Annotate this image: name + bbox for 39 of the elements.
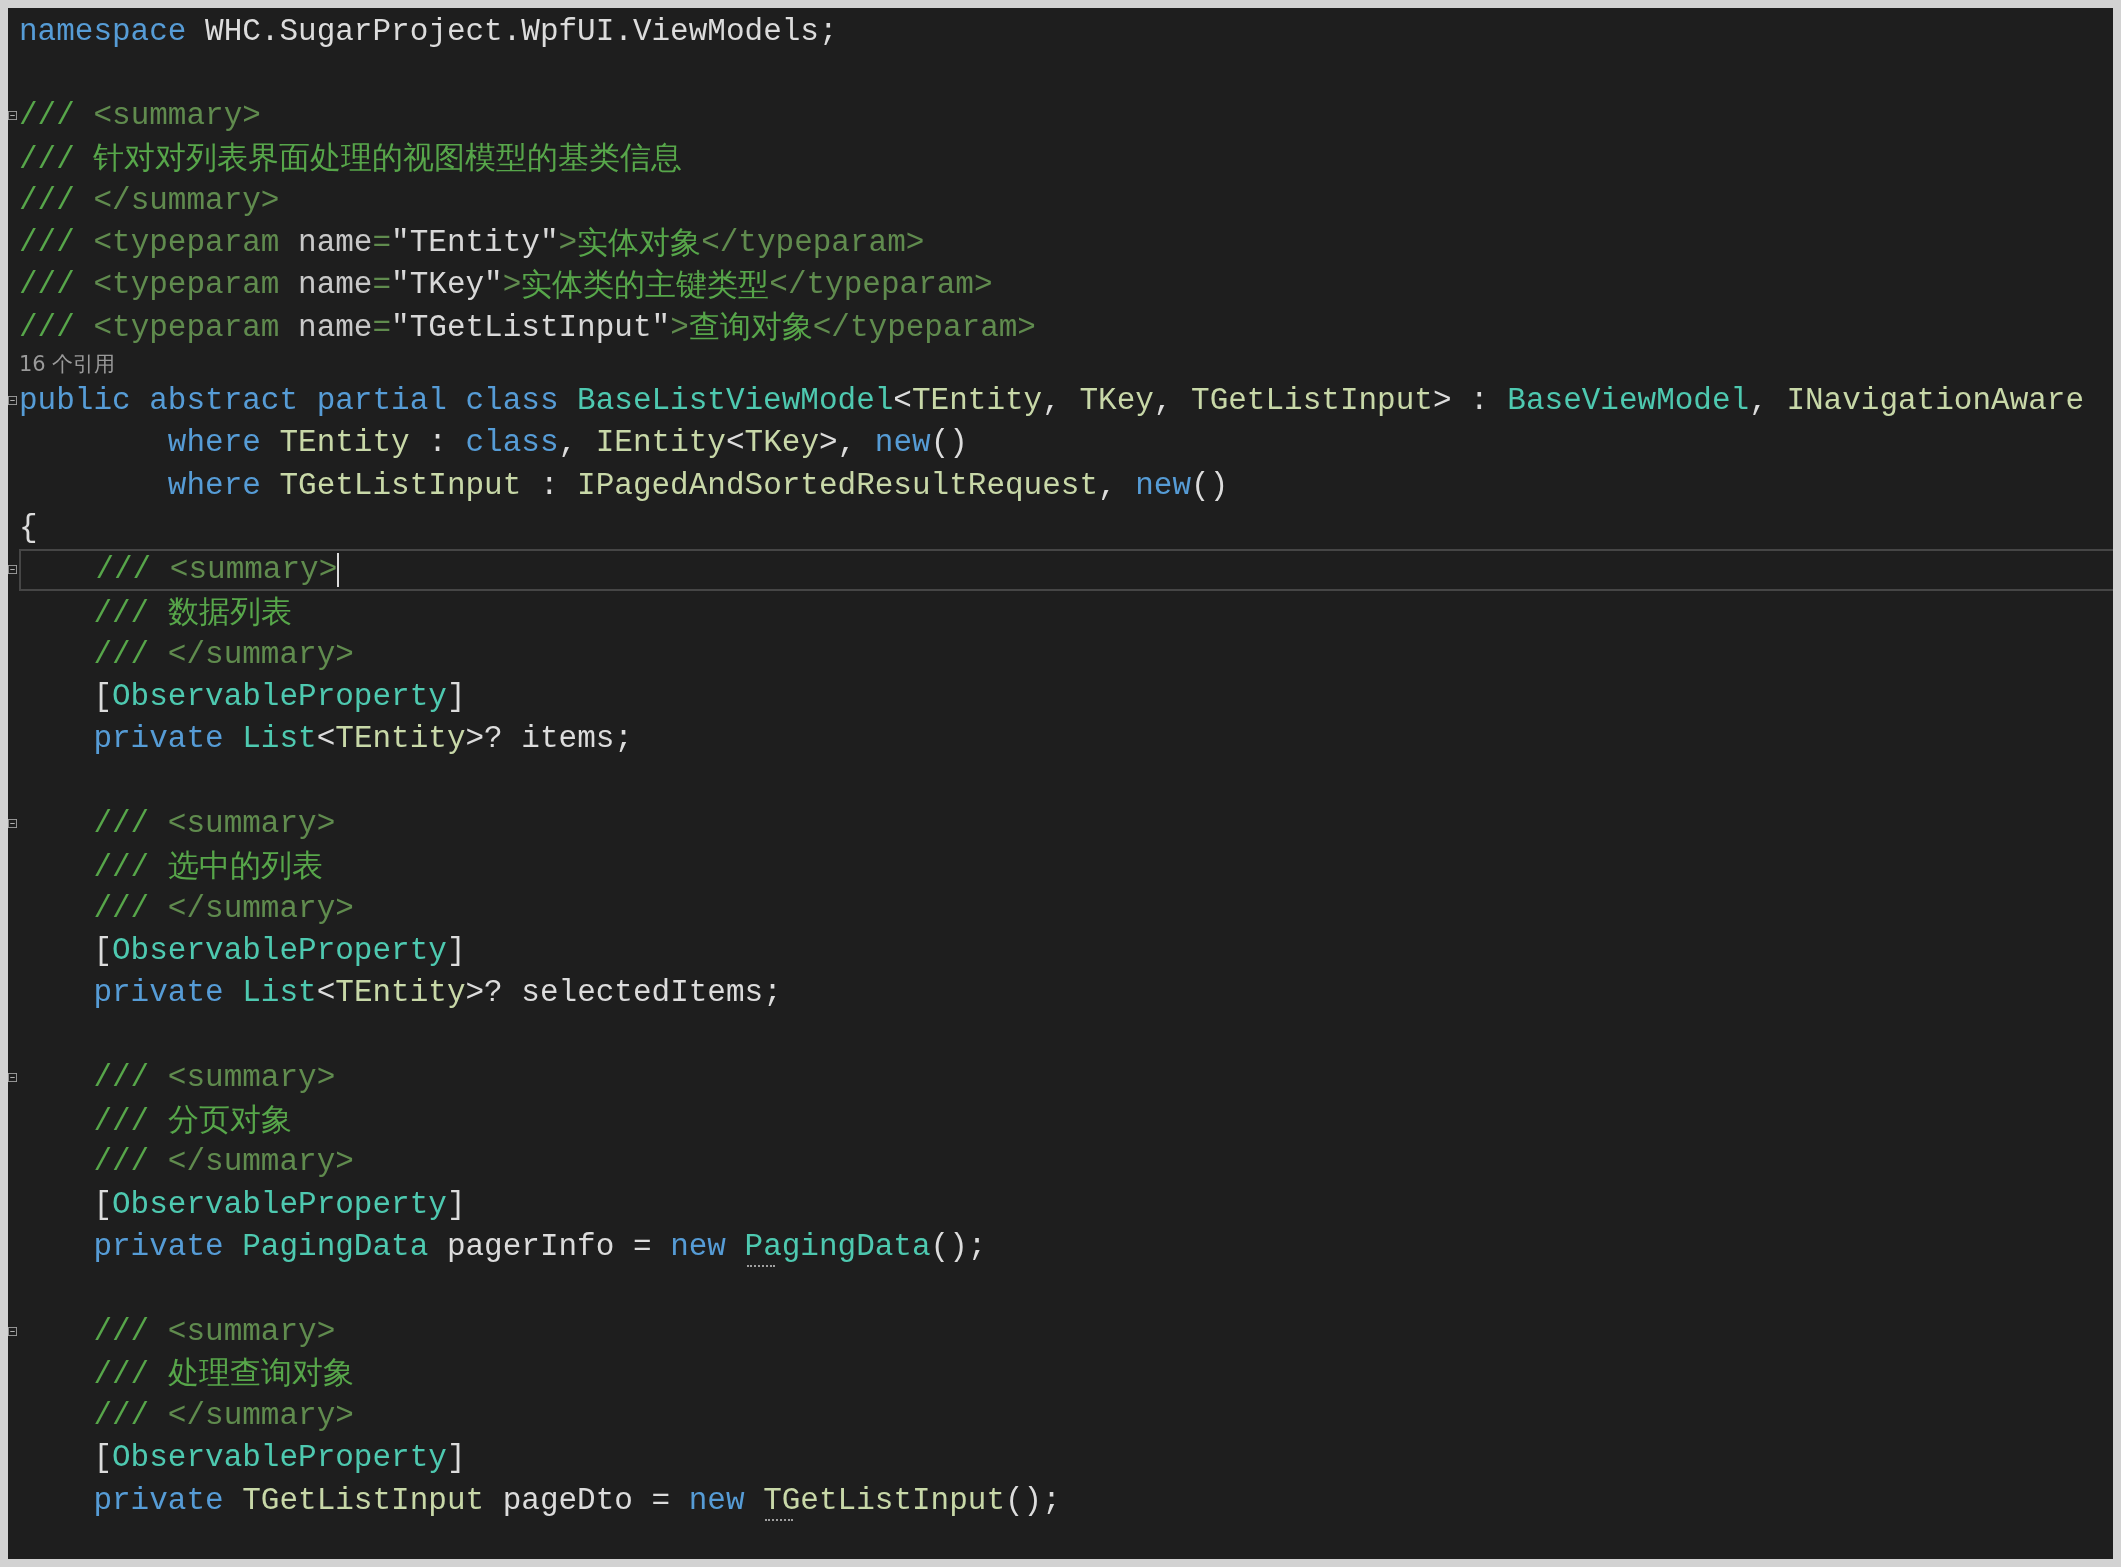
code-line: { [19,509,38,545]
code-line: private PagingData pagerInfo = new PagingData(); [19,1228,987,1264]
code-line: private List<TEntity>? selectedItems; [92,975,782,1011]
code-line: private List<TEntity>? items; [92,721,633,757]
code-line: /// <typeparam name="TKey">实体类的主键类型</typeparam> [19,266,993,306]
code-line: /// </summary> [92,890,354,926]
code-line: [ObservableProperty] [92,932,466,968]
collapse-icon[interactable] [8,1072,17,1082]
code-line: /// 针对对列表界面处理的视图模型的基类信息 [19,141,683,180]
code-line: /// <summary> [19,98,261,134]
collapse-icon[interactable] [8,396,17,405]
code-line: /// </summary> [19,182,280,218]
code-line: where TEntity : class, IEntity<TKey>, new() [166,425,968,461]
code-line: /// 数据列表 [92,595,292,633]
code-line: private TGetListInput pageDto = new TGetListInput(); [19,1482,1061,1518]
collapse-icon[interactable] [8,1326,17,1336]
code-line: /// <summary> [92,806,336,841]
code-line: [ObservableProperty] [92,679,466,715]
code-line: public abstract partial class BaseListViewModel<TEntity, TKey, TGetListInput> : BaseViewModel, INavigationAware [19,383,2085,418]
code-line: /// <summary> [92,1059,336,1095]
code-line: where TGetListInput : IPagedAndSortedResultRequest, new() [166,467,1229,503]
code-line: [ObservableProperty] [92,1440,466,1476]
code-line: /// 选中的列表 [92,848,323,887]
code-editor[interactable] [8,8,2113,1559]
collapse-icon[interactable] [8,565,17,575]
code-line: [ObservableProperty] [92,1186,466,1222]
code-line: /// </summary> [92,1144,354,1180]
code-line: /// 处理查询对象 [92,1356,354,1395]
collapse-icon[interactable] [8,819,17,828]
code-line: /// <summary> [94,552,340,588]
code-line: /// <typeparam name="TGetListInput">查询对象</typeparam> [19,308,1036,349]
code-line: namespace WHC.SugarProject.WpfUI.ViewModels; [19,13,838,49]
collapse-icon[interactable] [8,111,17,121]
code-line: /// <typeparam name="TEntity">实体对象</typeparam> [19,224,925,264]
code-line: /// 分页对象 [92,1102,292,1141]
code-line: /// <summary> [92,1313,336,1349]
code-line: /// </summary> [92,636,354,672]
references-link[interactable]: 16 个引用 [19,349,116,378]
code-line: /// </summary> [92,1398,354,1434]
